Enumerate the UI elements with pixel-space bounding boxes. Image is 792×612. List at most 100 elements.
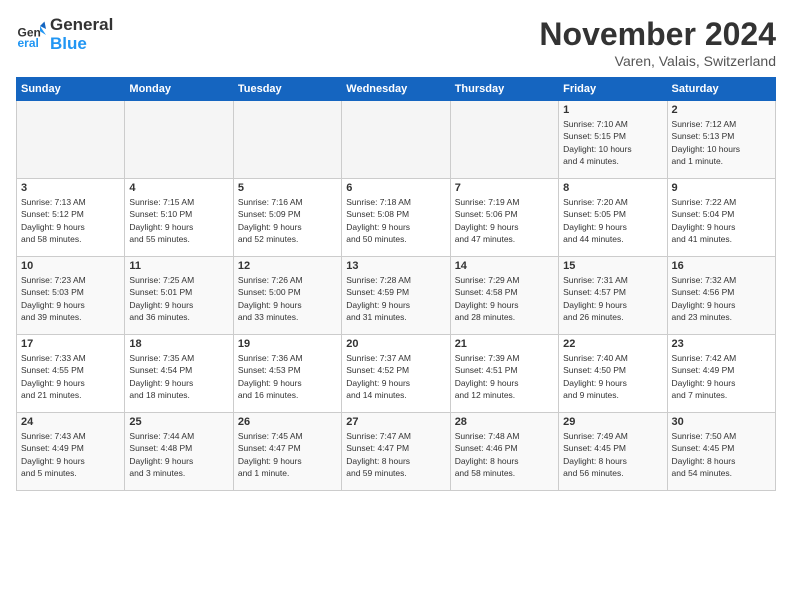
day-number: 10	[21, 260, 120, 272]
day-cell	[342, 101, 450, 179]
day-info: Sunrise: 7:45 AM Sunset: 4:47 PM Dayligh…	[238, 430, 337, 479]
day-info: Sunrise: 7:19 AM Sunset: 5:06 PM Dayligh…	[455, 196, 554, 245]
day-number: 6	[346, 182, 445, 194]
svg-text:eral: eral	[18, 36, 39, 50]
day-cell: 20 Sunrise: 7:37 AM Sunset: 4:52 PM Dayli…	[342, 335, 450, 413]
day-number: 8	[563, 182, 662, 194]
day-cell: 21 Sunrise: 7:39 AM Sunset: 4:51 PM Dayli…	[450, 335, 558, 413]
title-block: November 2024 Varen, Valais, Switzerland	[539, 16, 776, 69]
day-number: 24	[21, 416, 120, 428]
header-row: SundayMondayTuesdayWednesdayThursdayFrid…	[17, 78, 776, 101]
day-number: 22	[563, 338, 662, 350]
day-info: Sunrise: 7:37 AM Sunset: 4:52 PM Dayligh…	[346, 352, 445, 401]
day-info: Sunrise: 7:40 AM Sunset: 4:50 PM Dayligh…	[563, 352, 662, 401]
day-number: 12	[238, 260, 337, 272]
week-row-4: 17 Sunrise: 7:33 AM Sunset: 4:55 PM Dayli…	[17, 335, 776, 413]
col-header-friday: Friday	[559, 78, 667, 101]
day-number: 18	[129, 338, 228, 350]
day-cell	[17, 101, 125, 179]
day-cell: 29Sunrise: 7:49 AM Sunset: 4:45 PM Dayli…	[559, 413, 667, 491]
day-info: Sunrise: 7:16 AM Sunset: 5:09 PM Dayligh…	[238, 196, 337, 245]
day-cell: 26 Sunrise: 7:45 AM Sunset: 4:47 PM Dayli…	[233, 413, 341, 491]
week-row-2: 3 Sunrise: 7:13 AM Sunset: 5:12 PM Daylig…	[17, 179, 776, 257]
day-info: Sunrise: 7:29 AM Sunset: 4:58 PM Dayligh…	[455, 274, 554, 323]
page: Gen eral General Blue November 2024 Vare…	[0, 0, 792, 612]
day-info: Sunrise: 7:50 AM Sunset: 4:45 PM Dayligh…	[672, 430, 771, 479]
col-header-thursday: Thursday	[450, 78, 558, 101]
day-cell: 1Sunrise: 7:10 AM Sunset: 5:15 PM Daylig…	[559, 101, 667, 179]
day-info: Sunrise: 7:42 AM Sunset: 4:49 PM Dayligh…	[672, 352, 771, 401]
day-info: Sunrise: 7:23 AM Sunset: 5:03 PM Dayligh…	[21, 274, 120, 323]
day-cell: 30 Sunrise: 7:50 AM Sunset: 4:45 PM Dayli…	[667, 413, 775, 491]
day-cell: 24 Sunrise: 7:43 AM Sunset: 4:49 PM Dayli…	[17, 413, 125, 491]
col-header-tuesday: Tuesday	[233, 78, 341, 101]
day-cell: 2 Sunrise: 7:12 AM Sunset: 5:13 PM Daylig…	[667, 101, 775, 179]
day-info: Sunrise: 7:32 AM Sunset: 4:56 PM Dayligh…	[672, 274, 771, 323]
day-number: 3	[21, 182, 120, 194]
day-cell: 16Sunrise: 7:32 AM Sunset: 4:56 PM Dayli…	[667, 257, 775, 335]
day-cell: 6 Sunrise: 7:18 AM Sunset: 5:08 PM Daylig…	[342, 179, 450, 257]
day-cell	[125, 101, 233, 179]
day-cell: 5 Sunrise: 7:16 AM Sunset: 5:09 PM Daylig…	[233, 179, 341, 257]
col-header-wednesday: Wednesday	[342, 78, 450, 101]
day-cell: 7Sunrise: 7:19 AM Sunset: 5:06 PM Daylig…	[450, 179, 558, 257]
day-cell: 8 Sunrise: 7:20 AM Sunset: 5:05 PM Daylig…	[559, 179, 667, 257]
day-cell: 13Sunrise: 7:28 AM Sunset: 4:59 PM Dayli…	[342, 257, 450, 335]
week-row-1: 1Sunrise: 7:10 AM Sunset: 5:15 PM Daylig…	[17, 101, 776, 179]
day-number: 25	[129, 416, 228, 428]
logo-icon: Gen eral	[16, 20, 46, 50]
month-title: November 2024	[539, 16, 776, 53]
day-number: 20	[346, 338, 445, 350]
logo: Gen eral General Blue	[16, 16, 113, 53]
day-cell: 12 Sunrise: 7:26 AM Sunset: 5:00 PM Dayli…	[233, 257, 341, 335]
day-cell: 22 Sunrise: 7:40 AM Sunset: 4:50 PM Dayli…	[559, 335, 667, 413]
day-number: 17	[21, 338, 120, 350]
day-cell: 17 Sunrise: 7:33 AM Sunset: 4:55 PM Dayli…	[17, 335, 125, 413]
col-header-sunday: Sunday	[17, 78, 125, 101]
day-info: Sunrise: 7:43 AM Sunset: 4:49 PM Dayligh…	[21, 430, 120, 479]
day-info: Sunrise: 7:49 AM Sunset: 4:45 PM Dayligh…	[563, 430, 662, 479]
day-cell: 4Sunrise: 7:15 AM Sunset: 5:10 PM Daylig…	[125, 179, 233, 257]
day-cell: 11 Sunrise: 7:25 AM Sunset: 5:01 PM Dayli…	[125, 257, 233, 335]
day-info: Sunrise: 7:26 AM Sunset: 5:00 PM Dayligh…	[238, 274, 337, 323]
day-info: Sunrise: 7:13 AM Sunset: 5:12 PM Dayligh…	[21, 196, 120, 245]
day-number: 9	[672, 182, 771, 194]
day-number: 26	[238, 416, 337, 428]
day-number: 23	[672, 338, 771, 350]
subtitle: Varen, Valais, Switzerland	[539, 53, 776, 69]
day-number: 4	[129, 182, 228, 194]
col-header-saturday: Saturday	[667, 78, 775, 101]
header: Gen eral General Blue November 2024 Vare…	[16, 16, 776, 69]
day-info: Sunrise: 7:47 AM Sunset: 4:47 PM Dayligh…	[346, 430, 445, 479]
day-info: Sunrise: 7:31 AM Sunset: 4:57 PM Dayligh…	[563, 274, 662, 323]
day-number: 30	[672, 416, 771, 428]
day-info: Sunrise: 7:35 AM Sunset: 4:54 PM Dayligh…	[129, 352, 228, 401]
week-row-3: 10 Sunrise: 7:23 AM Sunset: 5:03 PM Dayli…	[17, 257, 776, 335]
day-info: Sunrise: 7:33 AM Sunset: 4:55 PM Dayligh…	[21, 352, 120, 401]
day-cell: 25Sunrise: 7:44 AM Sunset: 4:48 PM Dayli…	[125, 413, 233, 491]
day-number: 21	[455, 338, 554, 350]
day-cell: 28Sunrise: 7:48 AM Sunset: 4:46 PM Dayli…	[450, 413, 558, 491]
day-cell: 18 Sunrise: 7:35 AM Sunset: 4:54 PM Dayli…	[125, 335, 233, 413]
day-info: Sunrise: 7:12 AM Sunset: 5:13 PM Dayligh…	[672, 118, 771, 167]
day-number: 13	[346, 260, 445, 272]
day-cell: 9Sunrise: 7:22 AM Sunset: 5:04 PM Daylig…	[667, 179, 775, 257]
day-number: 1	[563, 104, 662, 116]
day-number: 5	[238, 182, 337, 194]
day-info: Sunrise: 7:39 AM Sunset: 4:51 PM Dayligh…	[455, 352, 554, 401]
day-number: 2	[672, 104, 771, 116]
day-number: 14	[455, 260, 554, 272]
day-cell: 15 Sunrise: 7:31 AM Sunset: 4:57 PM Dayli…	[559, 257, 667, 335]
day-number: 11	[129, 260, 228, 272]
day-info: Sunrise: 7:48 AM Sunset: 4:46 PM Dayligh…	[455, 430, 554, 479]
day-number: 15	[563, 260, 662, 272]
day-number: 27	[346, 416, 445, 428]
col-header-monday: Monday	[125, 78, 233, 101]
day-info: Sunrise: 7:36 AM Sunset: 4:53 PM Dayligh…	[238, 352, 337, 401]
day-cell: 27 Sunrise: 7:47 AM Sunset: 4:47 PM Dayli…	[342, 413, 450, 491]
day-info: Sunrise: 7:25 AM Sunset: 5:01 PM Dayligh…	[129, 274, 228, 323]
day-info: Sunrise: 7:18 AM Sunset: 5:08 PM Dayligh…	[346, 196, 445, 245]
day-info: Sunrise: 7:20 AM Sunset: 5:05 PM Dayligh…	[563, 196, 662, 245]
day-cell: 23 Sunrise: 7:42 AM Sunset: 4:49 PM Dayli…	[667, 335, 775, 413]
calendar-table: SundayMondayTuesdayWednesdayThursdayFrid…	[16, 77, 776, 491]
